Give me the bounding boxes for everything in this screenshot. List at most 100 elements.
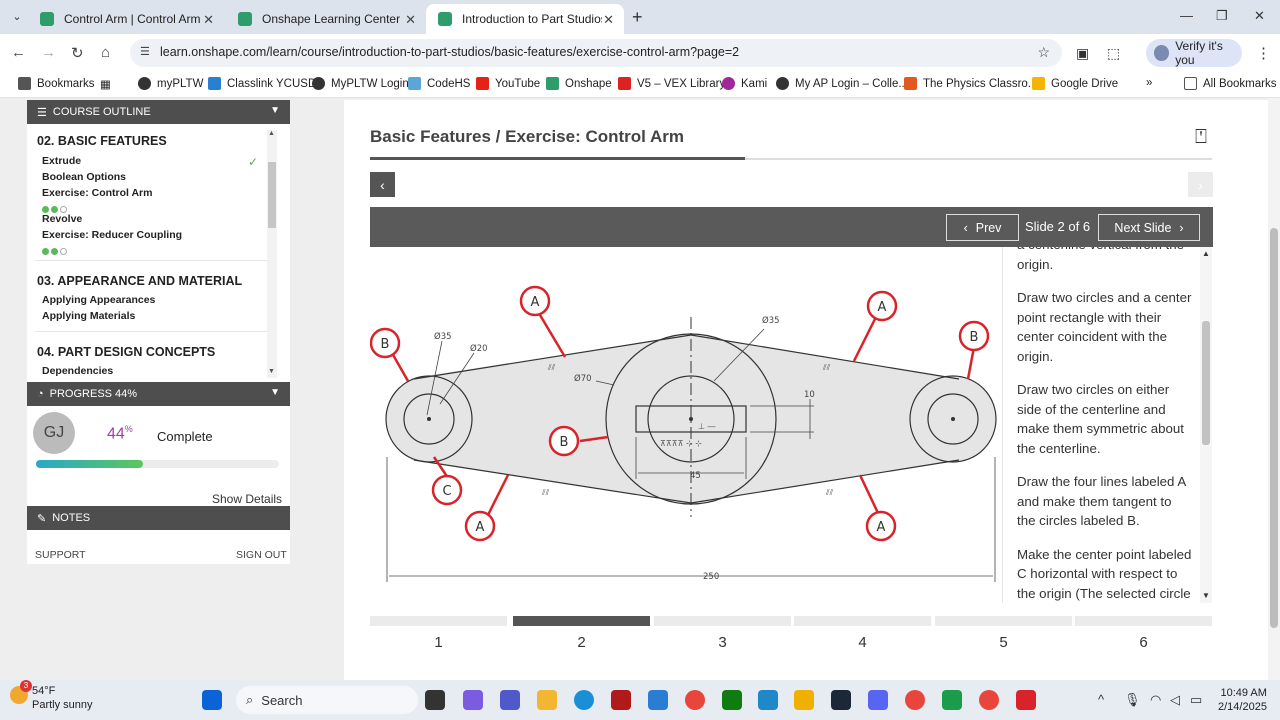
scroll-down-icon[interactable]: ▼	[268, 368, 275, 375]
steam-icon[interactable]	[831, 690, 851, 710]
tab-intro-part-studios[interactable]: Introduction to Part Studios - E ✕	[426, 4, 624, 34]
section-title[interactable]: 04. PART DESIGN CONCEPTS	[37, 345, 215, 359]
discord-icon[interactable]	[868, 690, 888, 710]
wifi-icon[interactable]: ◠	[1150, 692, 1161, 708]
app-icon[interactable]	[611, 690, 631, 710]
scrollbar-thumb[interactable]	[1202, 321, 1210, 445]
forward-icon[interactable]: →	[41, 44, 56, 61]
support-link[interactable]: SUPPORT	[35, 549, 86, 561]
all-bookmarks[interactable]: All Bookmarks	[1184, 77, 1277, 90]
slide-tab-number[interactable]: 3	[654, 634, 791, 651]
sign-out-link[interactable]: SIGN OUT	[236, 549, 287, 561]
copilot-icon[interactable]	[463, 690, 483, 710]
address-bar[interactable]: ☰ learn.onshape.com/learn/course/introdu…	[130, 39, 1062, 67]
apps-icon[interactable]: ▦	[100, 77, 111, 91]
windows-start-icon[interactable]	[202, 690, 222, 710]
slide-tab[interactable]	[1075, 616, 1212, 626]
slide-tab[interactable]	[513, 616, 650, 626]
site-info-icon[interactable]: ☰	[140, 45, 150, 58]
section-title[interactable]: 02. BASIC FEATURES	[37, 134, 167, 148]
tray-chevron-icon[interactable]: ^	[1098, 692, 1104, 707]
lesson-exercise-control-arm[interactable]: Exercise: Control Arm	[42, 187, 152, 199]
taskbar-search[interactable]: ⌕ Search	[236, 686, 418, 714]
slide-tab[interactable]	[370, 616, 507, 626]
bookmark-item[interactable]: myPLTW	[138, 77, 203, 90]
progress-header[interactable]: ◔ PROGRESS 44% ▼	[27, 382, 290, 406]
close-icon[interactable]: ✕	[405, 12, 416, 28]
bookmark-item[interactable]: MyPLTW Login	[312, 77, 409, 90]
file-explorer-icon[interactable]	[537, 690, 557, 710]
slide-tab-number[interactable]: 4	[794, 634, 931, 651]
profile-button[interactable]: Verify it's you	[1146, 39, 1242, 67]
lesson-applying-appearances[interactable]: Applying Appearances	[42, 294, 155, 306]
lesson-dependencies[interactable]: Dependencies	[42, 365, 113, 377]
outline-scrollbar[interactable]: ▲ ▼	[267, 130, 277, 378]
snipping-tool-icon[interactable]	[648, 690, 668, 710]
bookmark-item[interactable]: The Physics Classro...	[904, 77, 1037, 90]
page-scrollbar[interactable]	[1268, 98, 1280, 680]
volume-icon[interactable]: ◁	[1170, 692, 1180, 708]
scroll-down-icon[interactable]: ▼	[1202, 591, 1210, 600]
battery-icon[interactable]: ▭	[1190, 692, 1202, 708]
scroll-up-icon[interactable]: ▲	[268, 130, 275, 137]
puzzle-icon[interactable]: ⬚	[1107, 45, 1120, 62]
chrome-icon[interactable]	[979, 690, 999, 710]
menu-icon[interactable]: ⋮	[1256, 44, 1271, 62]
bookmark-add-icon[interactable]: ⍞	[1195, 126, 1207, 149]
next-slide-button[interactable]: Next Slide ›	[1098, 214, 1200, 241]
task-view-icon[interactable]	[425, 690, 445, 710]
bookmark-item[interactable]: V5 – VEX Library	[618, 77, 725, 90]
bookmark-item[interactable]: Google Drive	[1032, 77, 1118, 90]
bookmark-item[interactable]: YouTube	[476, 77, 540, 90]
scrollbar-thumb[interactable]	[268, 162, 276, 228]
prev-slide-button[interactable]: ‹ Prev	[946, 214, 1019, 241]
slide-tab-number[interactable]: 2	[513, 634, 650, 651]
scroll-up-icon[interactable]: ▲	[1202, 249, 1210, 258]
instructions-panel[interactable]: a centerline vertical from the origin. D…	[1002, 247, 1198, 603]
slide-tab[interactable]	[794, 616, 931, 626]
close-icon[interactable]: ✕	[603, 12, 614, 28]
bookmark-item[interactable]: My AP Login – Colle...	[776, 77, 908, 90]
bookmark-item[interactable]: Kami	[722, 77, 767, 90]
slide-tab-number[interactable]: 1	[370, 634, 507, 651]
window-close-icon[interactable]: ✕	[1254, 8, 1265, 24]
close-icon[interactable]: ✕	[203, 12, 214, 28]
tab-learning-center[interactable]: Onshape Learning Center ✕	[226, 4, 426, 34]
notes-header[interactable]: ✎ NOTES	[27, 506, 290, 530]
chevron-down-icon[interactable]: ▼	[270, 105, 280, 116]
teams-icon[interactable]	[500, 690, 520, 710]
next-page-button[interactable]: ›	[1188, 172, 1213, 197]
more-bookmarks-icon[interactable]: »	[1146, 77, 1152, 89]
app-icon[interactable]	[1016, 690, 1036, 710]
home-icon[interactable]: ⌂	[101, 44, 110, 61]
lesson-exercise-reducer-coupling[interactable]: Exercise: Reducer Coupling	[42, 229, 182, 241]
slide-tab[interactable]	[654, 616, 791, 626]
chrome-icon[interactable]	[905, 690, 925, 710]
back-icon[interactable]: ←	[11, 44, 26, 61]
clock[interactable]: 10:49 AM 2/14/2025	[1218, 686, 1267, 714]
lesson-boolean-options[interactable]: Boolean Options	[42, 171, 126, 183]
instructions-scrollbar[interactable]: ▲ ▼	[1200, 247, 1212, 603]
microphone-icon[interactable]: 🎙	[1124, 692, 1141, 708]
reload-icon[interactable]: ↻	[71, 44, 84, 62]
bookmark-star-icon[interactable]: ☆	[1037, 44, 1050, 61]
weather-widget[interactable]: 3 54°F Partly sunny	[10, 680, 93, 711]
app-icon[interactable]	[794, 690, 814, 710]
url-text[interactable]: learn.onshape.com/learn/course/introduct…	[160, 45, 739, 59]
slide-tab[interactable]	[935, 616, 1072, 626]
bookmark-item[interactable]: Bookmarks	[18, 77, 95, 90]
previous-page-button[interactable]: ‹	[370, 172, 395, 197]
tab-control-arm[interactable]: Control Arm | Control Arm ✕	[28, 4, 224, 34]
chrome-icon[interactable]	[685, 690, 705, 710]
maximize-icon[interactable]: ❐	[1216, 8, 1228, 24]
xbox-icon[interactable]	[722, 690, 742, 710]
magnifier-icon[interactable]	[758, 690, 778, 710]
minimize-icon[interactable]: —	[1180, 8, 1193, 23]
scrollbar-thumb[interactable]	[1270, 228, 1278, 628]
bookmark-item[interactable]: Onshape	[546, 77, 612, 90]
slide-tab-number[interactable]: 6	[1075, 634, 1212, 651]
slide-tab-number[interactable]: 5	[935, 634, 1072, 651]
bookmark-item[interactable]: CodeHS	[408, 77, 470, 90]
edge-icon[interactable]	[574, 690, 594, 710]
show-details-link[interactable]: Show Details	[212, 492, 282, 506]
